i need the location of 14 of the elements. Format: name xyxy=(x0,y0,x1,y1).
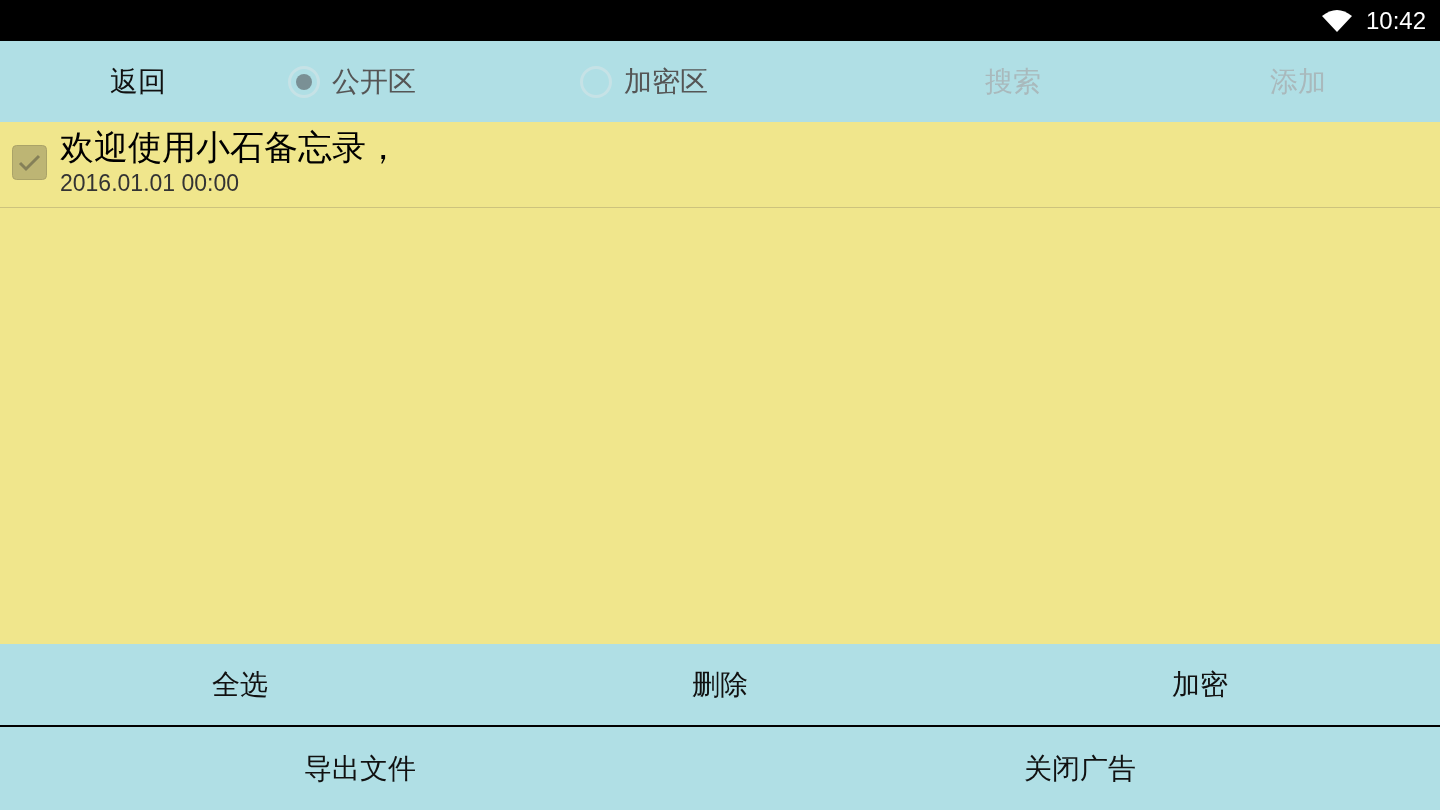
clock-time: 10:42 xyxy=(1365,6,1426,35)
wifi-icon xyxy=(1321,9,1352,32)
bottom-button[interactable]: 全选 xyxy=(196,659,284,710)
note-title: 欢迎使用小石备忘录， xyxy=(60,126,400,168)
bottom-button[interactable]: 导出文件 xyxy=(288,743,432,794)
note-row[interactable]: 欢迎使用小石备忘录， 2016.01.01 00:00 xyxy=(0,122,1440,208)
checkbox-checked-icon[interactable] xyxy=(12,145,47,180)
zone-radio[interactable]: 公开区 xyxy=(286,58,578,105)
bottom-button[interactable]: 关闭广告 xyxy=(1008,743,1152,794)
back-button[interactable]: 返回 xyxy=(98,56,178,107)
bottom-button[interactable]: 删除 xyxy=(676,659,764,710)
bottom-button[interactable]: 加密 xyxy=(1156,659,1244,710)
note-date: 2016.01.01 00:00 xyxy=(60,169,241,198)
zone-radio[interactable]: 加密区 xyxy=(578,58,870,105)
